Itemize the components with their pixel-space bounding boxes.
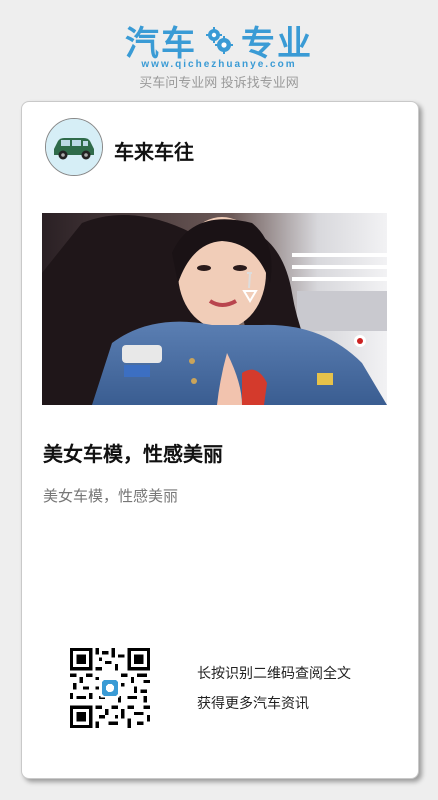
article-photo[interactable] (42, 213, 387, 405)
gear-icon (206, 27, 233, 54)
author-avatar[interactable] (45, 118, 103, 176)
car-icon (46, 119, 102, 175)
qr-prompt-line1: 长按识别二维码查阅全文 (197, 667, 351, 682)
article-title[interactable]: 美女车模，性感美丽 (43, 438, 223, 467)
article-summary: 美女车模，性感美丽 (43, 489, 179, 505)
qr-prompt-line2: 获得更多汽车资讯 (197, 697, 309, 712)
brand-name-right: 专业 (241, 24, 313, 63)
brand-slogan: 买车问专业网 投诉找专业网 (139, 75, 299, 90)
author-name[interactable]: 车来车往 (114, 136, 194, 165)
brand-url: www.qichezhuanye.com (141, 59, 297, 70)
brand-name-left: 汽车 (125, 24, 197, 63)
brand-logo: 汽车 专业 (0, 20, 438, 63)
article-card: 车来车往 美女车模，性感美丽 美女车模，性感美丽 长按识别二维码查阅全文 获得更… (21, 101, 419, 779)
brand-header: 汽车 专业 www.qichezhuanye.com 买车问专业网 投诉找专业网 (0, 20, 438, 91)
qr-code-icon[interactable] (70, 648, 150, 728)
photo-model (42, 213, 387, 405)
